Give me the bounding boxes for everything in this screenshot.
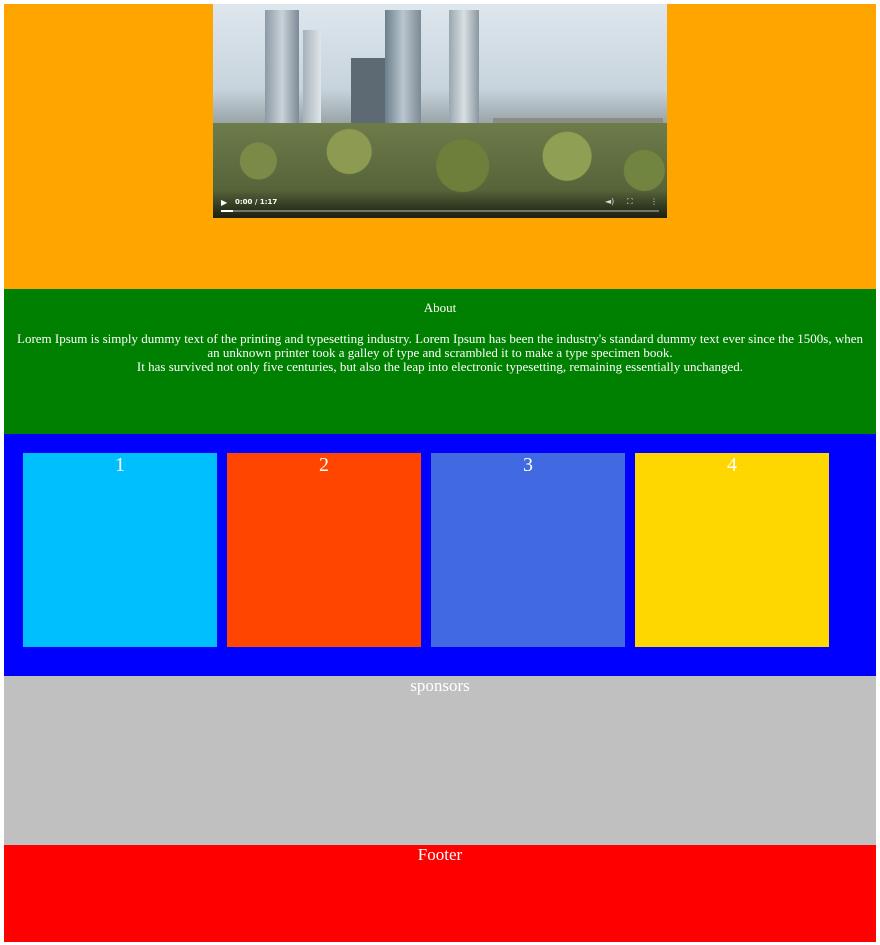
card-3: 3 xyxy=(431,453,625,647)
footer: Footer xyxy=(4,845,876,942)
fullscreen-icon[interactable]: ⛶ xyxy=(627,197,633,207)
video-time: 0:00 / 1:17 xyxy=(235,198,278,206)
cards-section: 1 2 3 4 xyxy=(4,434,876,676)
video-progress-played xyxy=(221,210,233,212)
about-text-line2: It has survived not only five centuries,… xyxy=(136,359,744,374)
sponsors-section: sponsors xyxy=(4,676,876,845)
volume-icon[interactable]: ◄) xyxy=(605,197,614,206)
card-label: 3 xyxy=(523,454,533,476)
card-2: 2 xyxy=(227,453,421,647)
more-options-icon[interactable]: ⋮ xyxy=(650,197,658,206)
about-text-line1: Lorem Ipsum is simply dummy text of the … xyxy=(17,331,863,360)
card-label: 4 xyxy=(727,454,737,476)
hero-section: ▶ 0:00 / 1:17 ◄) ⛶ ⋮ xyxy=(4,4,876,289)
video-controls: ▶ 0:00 / 1:17 ◄) ⛶ ⋮ xyxy=(213,190,667,218)
footer-title: Footer xyxy=(417,845,463,864)
play-icon[interactable]: ▶ xyxy=(221,198,227,207)
about-title: About xyxy=(423,300,457,315)
card-label: 2 xyxy=(319,454,329,476)
sponsors-title: sponsors xyxy=(410,676,470,695)
card-1: 1 xyxy=(23,453,217,647)
video-progress-bar[interactable] xyxy=(221,210,659,212)
about-section: About Lorem Ipsum is simply dummy text o… xyxy=(4,289,876,434)
video-player[interactable]: ▶ 0:00 / 1:17 ◄) ⛶ ⋮ xyxy=(213,4,667,218)
card-4: 4 xyxy=(635,453,829,647)
about-text: Lorem Ipsum is simply dummy text of the … xyxy=(12,332,868,374)
card-label: 1 xyxy=(115,454,125,476)
page: ▶ 0:00 / 1:17 ◄) ⛶ ⋮ About Lorem Ipsum i… xyxy=(4,4,876,942)
